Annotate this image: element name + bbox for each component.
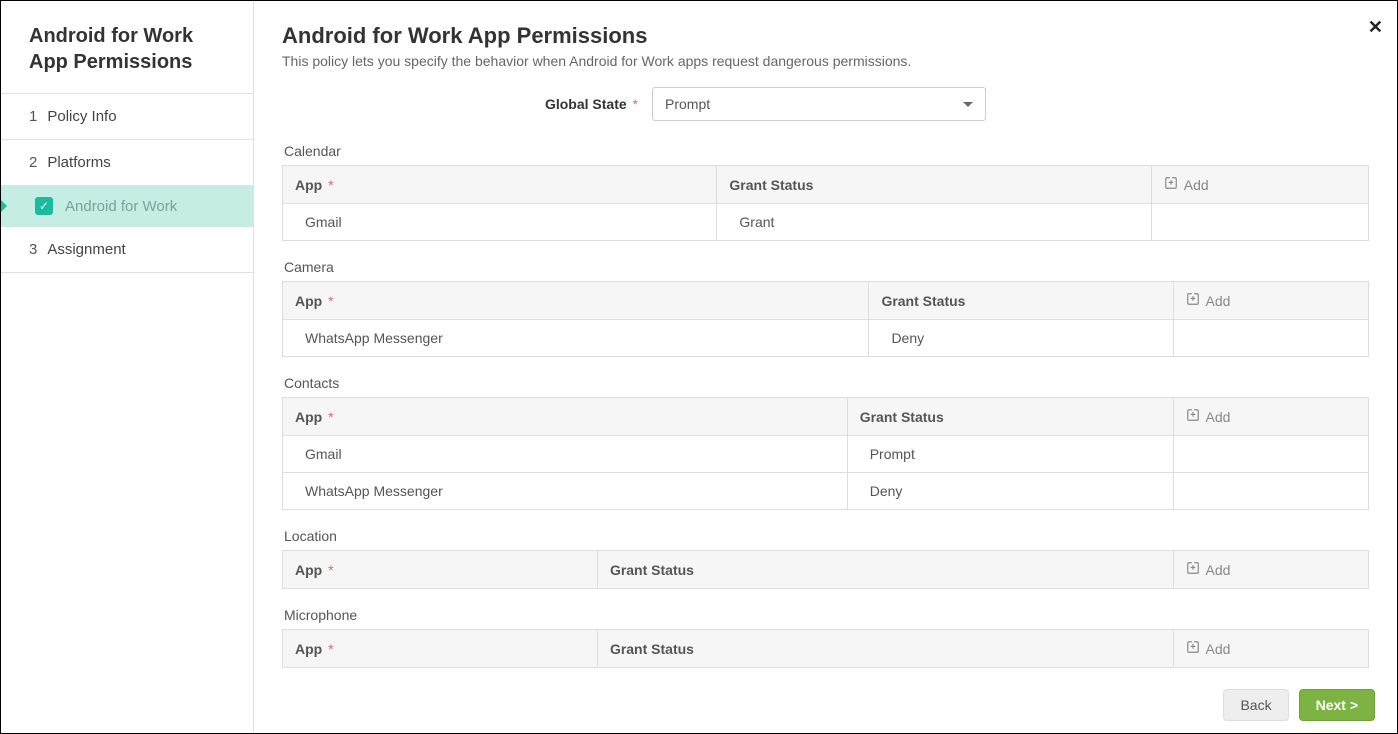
permission-section: Contacts App *Grant Status Add GmailPromptW… bbox=[282, 375, 1369, 510]
add-icon bbox=[1186, 640, 1200, 657]
sections-container: CalendarApp *Grant StatusAddGmailGrantCa… bbox=[282, 143, 1369, 668]
add-icon bbox=[1186, 408, 1200, 425]
nav-item-policy-info[interactable]: 1 Policy Info bbox=[1, 94, 253, 140]
permission-section: Camera App *Grant Status Add WhatsApp Messe… bbox=[282, 259, 1369, 357]
app-root: Android for Work App Permissions 1 Polic… bbox=[0, 0, 1398, 734]
col-header-grant: Grant Status bbox=[869, 282, 1173, 320]
back-button[interactable]: Back bbox=[1223, 689, 1288, 721]
nav-sub-android-for-work[interactable]: ✓ Android for Work bbox=[1, 185, 253, 227]
permission-section: Location App *Grant Status Add bbox=[282, 528, 1369, 589]
add-label: Add bbox=[1206, 293, 1231, 309]
global-state-select[interactable]: Prompt bbox=[652, 87, 986, 121]
chevron-down-icon bbox=[963, 102, 973, 107]
col-header-app: App * bbox=[283, 166, 717, 204]
cell-grant: Deny bbox=[869, 320, 1173, 357]
page-description: This policy lets you specify the behavio… bbox=[282, 53, 1369, 69]
permission-section: Calendar App *Grant Status Add GmailGrant bbox=[282, 143, 1369, 241]
permission-table: App *Grant Status Add GmailGrant bbox=[282, 165, 1369, 241]
section-title: Location bbox=[282, 528, 1369, 544]
add-button[interactable]: Add bbox=[1186, 408, 1231, 425]
nav-item-num: 1 bbox=[29, 108, 37, 125]
nav-item-num: 2 bbox=[29, 154, 37, 171]
col-header-add: Add bbox=[1173, 282, 1368, 320]
footer-buttons: Back Next > bbox=[1223, 689, 1375, 721]
col-header-app: App * bbox=[283, 398, 848, 436]
permission-table: App *Grant Status Add bbox=[282, 629, 1369, 668]
global-state-value: Prompt bbox=[665, 96, 710, 112]
col-header-app: App * bbox=[283, 282, 869, 320]
add-icon bbox=[1186, 292, 1200, 309]
main-content: ✕ Android for Work App Permissions This … bbox=[254, 1, 1397, 733]
add-button[interactable]: Add bbox=[1186, 292, 1231, 309]
col-header-add: Add bbox=[1173, 551, 1368, 589]
add-label: Add bbox=[1206, 409, 1231, 425]
table-row[interactable]: WhatsApp MessengerDeny bbox=[283, 473, 1369, 510]
cell-actions bbox=[1173, 320, 1368, 357]
cell-actions bbox=[1173, 436, 1368, 473]
permission-section: Microphone App *Grant Status Add bbox=[282, 607, 1369, 668]
page-title: Android for Work App Permissions bbox=[282, 23, 1369, 49]
col-header-add: Add bbox=[1151, 166, 1368, 204]
table-row[interactable]: GmailGrant bbox=[283, 204, 1369, 241]
section-title: Microphone bbox=[282, 607, 1369, 623]
table-row[interactable]: GmailPrompt bbox=[283, 436, 1369, 473]
nav-sub-label: Android for Work bbox=[65, 198, 177, 215]
permission-table: App *Grant Status Add WhatsApp MessengerDe… bbox=[282, 281, 1369, 357]
col-header-grant: Grant Status bbox=[847, 398, 1173, 436]
add-button[interactable]: Add bbox=[1164, 176, 1209, 193]
add-label: Add bbox=[1206, 562, 1231, 578]
nav-item-assignment[interactable]: 3 Assignment bbox=[1, 227, 253, 273]
check-icon: ✓ bbox=[35, 197, 53, 215]
add-icon bbox=[1186, 561, 1200, 578]
add-icon bbox=[1164, 176, 1178, 193]
col-header-grant: Grant Status bbox=[717, 166, 1151, 204]
cell-app: WhatsApp Messenger bbox=[283, 473, 848, 510]
cell-grant: Grant bbox=[717, 204, 1151, 241]
global-state-row: Global State * Prompt bbox=[282, 87, 1369, 121]
table-row[interactable]: WhatsApp MessengerDeny bbox=[283, 320, 1369, 357]
permission-table: App *Grant Status Add bbox=[282, 550, 1369, 589]
col-header-app: App * bbox=[283, 551, 598, 589]
col-header-grant: Grant Status bbox=[597, 630, 1173, 668]
col-header-app: App * bbox=[283, 630, 598, 668]
add-button[interactable]: Add bbox=[1186, 640, 1231, 657]
add-button[interactable]: Add bbox=[1186, 561, 1231, 578]
cell-app: WhatsApp Messenger bbox=[283, 320, 869, 357]
nav-item-label: Policy Info bbox=[47, 108, 116, 125]
add-label: Add bbox=[1184, 177, 1209, 193]
cell-app: Gmail bbox=[283, 436, 848, 473]
nav-item-label: Assignment bbox=[47, 241, 125, 258]
nav-item-label: Platforms bbox=[47, 154, 110, 171]
section-title: Calendar bbox=[282, 143, 1369, 159]
next-button[interactable]: Next > bbox=[1299, 689, 1375, 721]
section-title: Contacts bbox=[282, 375, 1369, 391]
section-title: Camera bbox=[282, 259, 1369, 275]
col-header-add: Add bbox=[1173, 398, 1368, 436]
col-header-add: Add bbox=[1173, 630, 1368, 668]
cell-grant: Prompt bbox=[847, 436, 1173, 473]
global-state-label: Global State * bbox=[282, 96, 652, 112]
add-label: Add bbox=[1206, 641, 1231, 657]
cell-actions bbox=[1173, 473, 1368, 510]
nav-item-num: 3 bbox=[29, 241, 37, 258]
cell-grant: Deny bbox=[847, 473, 1173, 510]
cell-actions bbox=[1151, 204, 1368, 241]
permission-table: App *Grant Status Add GmailPromptWhatsApp … bbox=[282, 397, 1369, 510]
close-icon[interactable]: ✕ bbox=[1368, 17, 1383, 38]
cell-app: Gmail bbox=[283, 204, 717, 241]
col-header-grant: Grant Status bbox=[597, 551, 1173, 589]
sidebar: Android for Work App Permissions 1 Polic… bbox=[1, 1, 254, 733]
nav-item-platforms[interactable]: 2 Platforms bbox=[1, 140, 253, 185]
sidebar-title: Android for Work App Permissions bbox=[1, 1, 253, 94]
